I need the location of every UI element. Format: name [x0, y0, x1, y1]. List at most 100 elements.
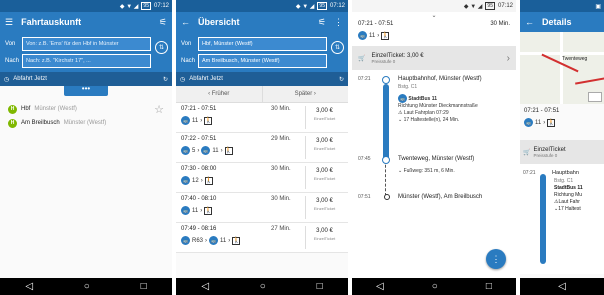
time-range: 07:21 - 07:51: [524, 108, 560, 114]
ticket-row[interactable]: 🛒 EinzelTicket: 3,00 € Preisstufe 0 ›: [352, 46, 516, 70]
map[interactable]: Twenteweg: [520, 32, 604, 104]
halts-row[interactable]: ⌄ 17 Haltestelle(n), 24 Min.: [398, 117, 478, 124]
connection-row[interactable]: 07:30 - 08:00 🚌 12 › 🚶 30 Min. 3,00 € EinzelTic…: [176, 163, 348, 193]
home-nav-icon[interactable]: ○: [84, 281, 90, 292]
earlier-button[interactable]: ‹ Früher: [176, 86, 263, 102]
to-input[interactable]: Am Breilbusch, Münster (Westf): [198, 54, 327, 68]
back-arrow-icon[interactable]: ←: [181, 17, 190, 27]
bus-icon: 🚌: [181, 176, 190, 185]
swap-icon[interactable]: ⇅: [331, 41, 344, 54]
walk-info[interactable]: ⌄ Fußweg: 351 m, 6 Min.: [398, 168, 455, 175]
bus-icon: 🚌: [181, 116, 190, 125]
overflow-menu-icon[interactable]: ⋮: [334, 17, 343, 28]
bus-icon: 🚌: [181, 146, 190, 155]
status-time: 07:12: [497, 3, 513, 9]
connection-list: 07:21 - 07:51 🚌 11 › 🚶 30 Min. 3,00 € EinzelTic…: [176, 103, 348, 253]
app-bar: ← Details: [520, 12, 604, 32]
app-bar: ← Übersicht ⚟ ⋮: [176, 12, 348, 32]
status-bar: ◆ ▼ ◢ 95 07:12: [176, 0, 348, 12]
chevron-right-icon: ›: [506, 52, 510, 64]
price-box[interactable]: 3,00 € EinzelTicket: [305, 166, 343, 189]
back-nav-icon[interactable]: ◁: [201, 281, 209, 292]
star-icon[interactable]: ☆: [154, 103, 164, 116]
leg-line: 5: [192, 147, 196, 154]
ticket-row[interactable]: 🛒 EinzelTicket Preisstufe 0: [520, 140, 604, 164]
price-box[interactable]: 3,00 € EinzelTicket: [305, 196, 343, 219]
from-input[interactable]: Von: z.B. 'Ems' für den Hbf in Münster: [22, 37, 151, 51]
recents-nav-icon[interactable]: □: [317, 281, 323, 292]
connection-row[interactable]: 07:49 - 08:16 🚌 R63 › 🚌 11 › 🚶 27 Min. 3,00 € Einz…: [176, 223, 348, 253]
stop-icon: H: [8, 104, 17, 114]
battery-icon: 95: [485, 2, 495, 10]
system-nav: ◁: [520, 278, 604, 295]
status-time: 07:12: [329, 3, 345, 9]
stop-time: 07:21: [358, 76, 371, 82]
price: 3,00 €: [316, 228, 333, 234]
more-fab[interactable]: ⋮: [486, 249, 506, 269]
to-input[interactable]: Nach: z.B. "Kirchstr 17", ...: [22, 54, 151, 68]
bus-icon: 🚌: [181, 236, 190, 245]
swap-icon[interactable]: ⇅: [155, 41, 168, 54]
favorite-item[interactable]: H Am Breilbusch Münster (Westf): [0, 116, 172, 130]
system-nav: ◁ ○ □: [0, 278, 172, 295]
leg-summary: 🚌 11 › 🚶: [181, 206, 271, 215]
ticket-price-level: Preisstufe 0: [371, 58, 396, 64]
chevron-right-icon: ›: [312, 91, 316, 97]
favorite-item[interactable]: H Hbf Münster (Westf) ☆: [0, 102, 172, 116]
leg-summary: 🚌 R63 › 🚌 11 › 🚶: [181, 236, 271, 245]
home-nav-icon[interactable]: ○: [260, 281, 266, 292]
more-tab[interactable]: •••: [64, 85, 108, 96]
back-nav-icon[interactable]: ◁: [558, 281, 566, 292]
filter-icon[interactable]: ⚟: [318, 17, 326, 28]
departure-bar[interactable]: ◷ Abfahrt Jetzt ↻: [176, 72, 348, 86]
connection-time: 07:49 - 08:16: [181, 226, 217, 232]
menu-icon[interactable]: ☰: [5, 17, 13, 28]
bus-row: 🚌 StadtBus 11: [398, 94, 478, 103]
connection-duration: 29 Min.: [271, 136, 291, 142]
chevron-right-icon: ›: [543, 119, 546, 126]
later-label: Später: [294, 91, 313, 97]
system-nav: ◁ ○ □: [352, 278, 516, 295]
filter-icon[interactable]: ⚟: [159, 17, 167, 28]
time-range: 07:21 - 07:51: [358, 21, 394, 27]
refresh-icon[interactable]: ↻: [163, 76, 168, 83]
connection-row[interactable]: 07:21 - 07:51 🚌 11 › 🚶 30 Min. 3,00 € EinzelTic…: [176, 103, 348, 133]
connection-row[interactable]: 07:40 - 08:10 🚌 11 › 🚶 30 Min. 3,00 € EinzelTic…: [176, 193, 348, 223]
price-box[interactable]: 3,00 € EinzelTicket: [305, 136, 343, 159]
bus-icon: 🚌: [358, 31, 367, 40]
favorite-name: Hbf: [21, 106, 31, 112]
recents-nav-icon[interactable]: □: [141, 281, 147, 292]
warning-icon: ⚠: [398, 110, 403, 116]
direction: Richtung Münster Dieckmannstraße: [398, 103, 478, 109]
map-road: [560, 32, 563, 104]
later-button[interactable]: Später ›: [263, 86, 349, 102]
stop-time: 07:51: [358, 194, 371, 200]
screen-details: ▣ ← Details Twenteweg 07:21 - 07:51 🚌 11…: [520, 0, 604, 295]
from-input[interactable]: Hbf, Münster (Westf): [198, 37, 327, 51]
back-nav-icon[interactable]: ◁: [376, 281, 384, 292]
connection-duration: 30 Min.: [271, 166, 291, 172]
favorite-name: Am Breilbusch: [21, 120, 60, 126]
leg-summary: 🚌 11 › 🚶: [358, 31, 510, 40]
walk-icon: 🚶: [232, 236, 241, 245]
platform: Bstg. C1: [554, 178, 574, 184]
back-arrow-icon[interactable]: ←: [525, 17, 534, 27]
back-nav-icon[interactable]: ◁: [25, 281, 33, 292]
home-nav-icon[interactable]: ○: [432, 281, 438, 292]
chevron-right-icon: ›: [228, 237, 231, 244]
detail-header: ⌄ 07:21 - 07:51 30 Min. 🚌 11 › 🚶: [352, 12, 516, 46]
recents-nav-icon[interactable]: □: [486, 281, 492, 292]
leg-line: 12: [192, 177, 199, 184]
bus-icon: 🚌: [398, 94, 407, 103]
refresh-icon[interactable]: ↻: [339, 76, 344, 83]
chevron-down-icon[interactable]: ⌄: [358, 13, 510, 19]
route-line: [540, 174, 546, 264]
price-box[interactable]: 3,00 € EinzelTicket: [305, 106, 343, 129]
connection-row[interactable]: 07:22 - 07:51 🚌 5 › 🚌 11 › 🚶 29 Min. 3,00 € Einzel…: [176, 133, 348, 163]
stop-time: 07:45: [358, 156, 371, 162]
map-toggle-icon[interactable]: [588, 92, 602, 102]
price-box[interactable]: 3,00 € EinzelTicket: [305, 226, 343, 249]
status-time: 07:12: [153, 3, 169, 9]
halts: 17 Haltest: [558, 206, 581, 212]
price: 3,00 €: [316, 138, 333, 144]
